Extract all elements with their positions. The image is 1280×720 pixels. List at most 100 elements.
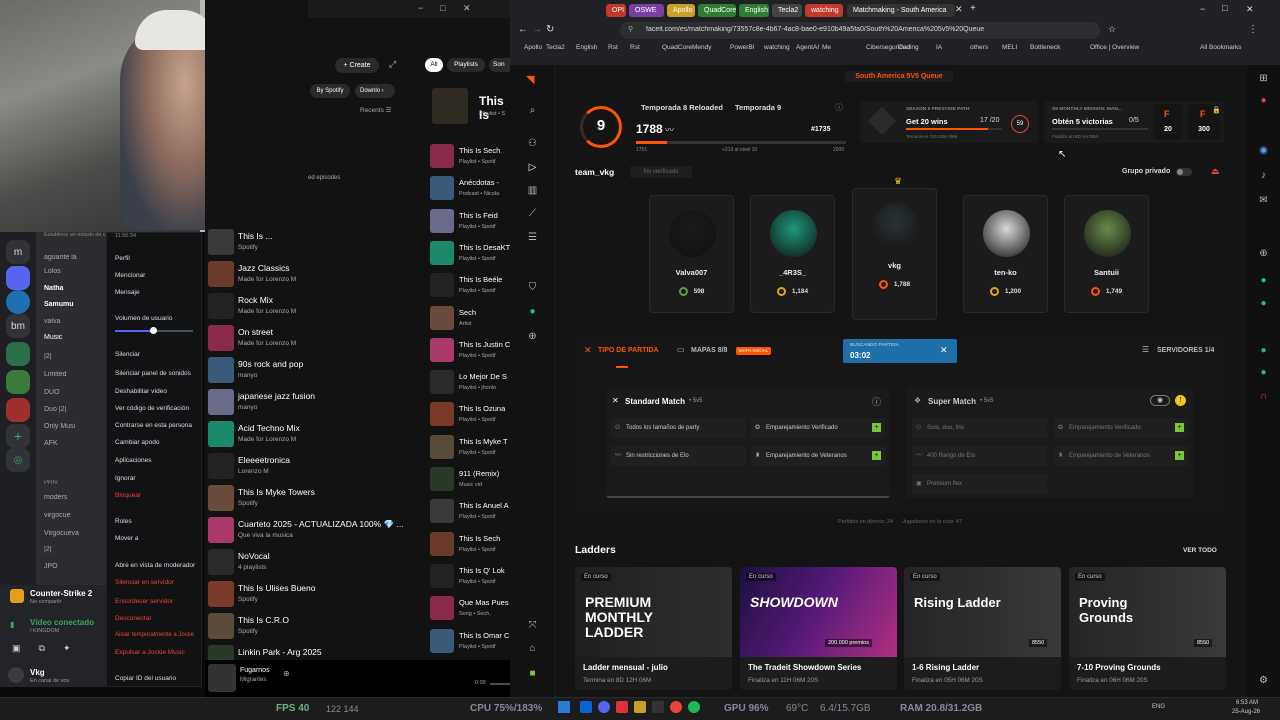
prestige-card[interactable]: SEASON 9 PRESTIGE PATH Get 20 wins 17 /2… [860, 101, 1038, 143]
ctx-item[interactable]: Volumen de usuario [115, 315, 172, 322]
now-playing-artist[interactable]: Migrantes [240, 677, 266, 683]
ctx-item[interactable]: Contrarse en esta persona [115, 422, 192, 429]
tab-match-type[interactable]: TIPO DE PARTIDA [598, 347, 659, 354]
voice-user[interactable]: Samumu [44, 301, 106, 308]
player-card[interactable]: _4R3S_ 1,184 [750, 195, 835, 313]
ctx-item[interactable]: Silenciar [115, 351, 140, 358]
notification-icon[interactable]: ● [1258, 95, 1269, 106]
season-tab[interactable]: Temporada 9 [735, 103, 781, 112]
recent-item[interactable]: This Is Justin C Playlist • Spotif [427, 336, 510, 368]
settings-icon[interactable]: ⚙ [1258, 675, 1269, 686]
player-avatar[interactable] [872, 203, 919, 250]
recent-item[interactable]: This Is DesaKT Playlist • Spotif [427, 239, 510, 271]
text-channel[interactable]: Virgocueva [44, 530, 106, 537]
back-icon[interactable]: ← [518, 24, 528, 35]
server-icon[interactable] [6, 342, 30, 366]
shop-icon[interactable]: ⌂ [527, 643, 538, 654]
player-name[interactable]: vkg [853, 261, 936, 270]
server-icon[interactable]: bm [6, 314, 30, 338]
bookmark-item[interactable]: PowerBI [730, 44, 755, 51]
play-icon[interactable]: ▷ [527, 162, 538, 173]
server-icon[interactable] [6, 398, 30, 422]
search-icon[interactable]: ⌕ [527, 105, 538, 116]
tab-servers[interactable]: SERVIDORES 1/4 [1157, 347, 1214, 354]
site-info-icon[interactable]: ⚲ [628, 25, 633, 33]
server-icon[interactable]: m [6, 240, 30, 264]
bookmark-item[interactable]: Apollo [524, 44, 542, 51]
player-name[interactable]: Valva007 [650, 268, 733, 277]
player-name[interactable]: ten-ko [964, 268, 1047, 277]
browser-tab[interactable]: Tecla2 [772, 4, 802, 17]
ctx-item[interactable]: Abre en vista de moderador [115, 562, 195, 569]
browser-tab[interactable]: watching [805, 4, 843, 17]
progress-bar[interactable] [490, 683, 510, 685]
bookmark-item[interactable]: IA [936, 44, 942, 51]
voice-channel[interactable]: Limited [44, 371, 106, 378]
app-icon[interactable]: ● [1258, 298, 1269, 309]
chrome-icon[interactable] [670, 701, 682, 713]
shield-icon[interactable]: ⛉ [527, 282, 538, 293]
bookmark-item[interactable]: All Bookmarks [1200, 44, 1242, 51]
voice-channel[interactable]: |2| [44, 353, 106, 360]
bell-icon[interactable]: ♪ [1258, 170, 1269, 181]
bookmark-item[interactable]: QuadCore [662, 44, 692, 51]
filter-songs[interactable]: Son [489, 58, 510, 72]
recent-item[interactable]: This Is Anuel A Playlist • Spotif [427, 497, 510, 529]
minimize-icon[interactable]: − [418, 3, 423, 13]
explore-icon[interactable]: ◎ [6, 448, 30, 472]
bookmark-item[interactable]: AgentAI [796, 44, 819, 51]
ladder-card[interactable]: En curso PREMIUM MONTHLY LADDER Ladder men… [575, 567, 732, 690]
ctx-item[interactable]: Ver código de verificación [115, 405, 189, 412]
vscode-icon[interactable] [580, 701, 592, 713]
ctx-item[interactable]: Roles [115, 518, 132, 525]
minimize-icon[interactable]: − [1200, 4, 1205, 14]
ctx-item[interactable]: Silenciar panel de sonidos [115, 370, 191, 377]
ctx-item-danger[interactable]: Aislar temporalmente a Jocke [115, 632, 194, 638]
player-avatar[interactable] [1084, 210, 1131, 257]
recent-item[interactable]: This Is Sech Playlist • Spotif [427, 530, 510, 562]
private-group-toggle[interactable] [1176, 168, 1192, 176]
ladder-card[interactable]: En curso Proving Grounds 8550 7-10 Proving … [1069, 567, 1226, 690]
voice-user[interactable]: aguante la [44, 254, 106, 261]
avatar[interactable] [8, 667, 24, 683]
voice-channel[interactable]: Duo |2| [44, 406, 106, 413]
ctx-item[interactable]: Aplicaciones [115, 457, 152, 464]
browser-tab[interactable]: Apollo [667, 4, 695, 17]
trend-icon[interactable]: ⟋ [527, 208, 538, 219]
address-bar[interactable]: ⚲ faceit.com/es/matchmaking/73557c8e-4b6… [620, 22, 1100, 39]
ctx-item[interactable]: Cambiar apodo [115, 439, 159, 446]
folder-icon[interactable] [634, 701, 646, 713]
close-icon[interactable]: ✕ [463, 3, 471, 14]
maximize-icon[interactable]: □ [1222, 3, 1227, 13]
bookmark-item[interactable]: Coding [898, 44, 919, 51]
tab-maps[interactable]: MAPAS 8/8 [691, 347, 727, 354]
season-tab[interactable]: Temporada 8 Reloaded [641, 103, 723, 112]
player-avatar[interactable] [669, 210, 716, 257]
voice-user[interactable]: Lolos [44, 268, 106, 275]
expand-icon[interactable]: ⤢ [389, 59, 396, 70]
app-icon[interactable]: ● [1258, 367, 1269, 378]
filter-playlists[interactable]: Playlists [447, 58, 485, 72]
warning-icon[interactable]: ! [1175, 395, 1186, 406]
recent-item[interactable]: Que Mas Pues Song • Sech, [427, 594, 510, 626]
recent-item[interactable]: Anécdotas - Podcast • Nicola [427, 174, 510, 206]
recent-item[interactable]: This Is Myke T Playlist • Spotif [427, 433, 510, 465]
bookmark-item[interactable]: watching [764, 44, 790, 51]
filter-all[interactable]: All [425, 58, 443, 72]
headset-icon[interactable]: ∩ [1258, 391, 1269, 402]
menu-icon[interactable]: ⋮ [1248, 24, 1258, 35]
url-text[interactable]: faceit.com/es/matchmaking/73557c8e-4b67-… [646, 26, 1076, 33]
player-name[interactable]: _4R3S_ [751, 268, 834, 277]
eye-icon[interactable]: ◉ [1150, 395, 1170, 406]
player-card[interactable]: vkg 1,788 [852, 188, 937, 320]
reload-icon[interactable]: ↻ [546, 24, 554, 35]
server-icon[interactable] [6, 266, 30, 290]
recent-item[interactable]: This Is Sech Playlist • Spotif [427, 142, 510, 174]
friends-icon[interactable]: ⚇ [527, 138, 538, 149]
browser-tab[interactable]: Matchmaking - South America [847, 4, 955, 17]
browser-tab[interactable]: QuadCore [698, 4, 736, 17]
voice-user[interactable]: Natha [44, 285, 106, 292]
new-tab-icon[interactable]: + [970, 3, 976, 14]
bookmark-item[interactable]: MELI [1002, 44, 1017, 51]
discord-icon[interactable] [598, 701, 610, 713]
